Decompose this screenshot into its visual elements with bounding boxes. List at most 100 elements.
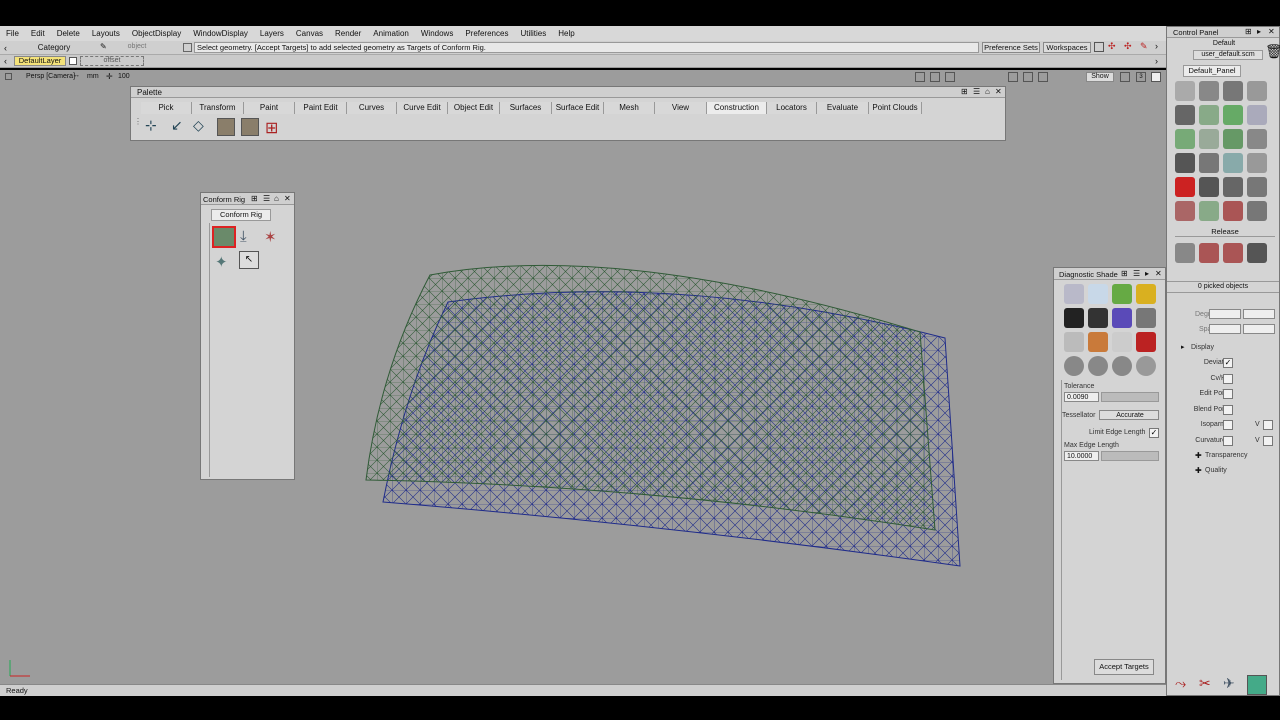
rotate-icon[interactable] <box>1247 105 1267 125</box>
tab-mesh[interactable]: Mesh <box>604 102 655 114</box>
shade-gold-icon[interactable] <box>1136 284 1156 304</box>
snap-grid-icon[interactable] <box>1175 81 1195 101</box>
shade-color-icon[interactable] <box>1112 284 1132 304</box>
trash-icon[interactable]: 🗑 <box>1265 43 1280 60</box>
diagnostic-close-icon[interactable]: ✕ <box>1155 269 1162 278</box>
rig-scale-icon[interactable]: ✶ <box>264 228 277 246</box>
degree-field[interactable] <box>1209 309 1241 319</box>
construction-plane-icon[interactable] <box>217 118 235 136</box>
mesh-surfaces[interactable] <box>0 70 1166 684</box>
grid-snap-icon[interactable]: ⊞ <box>265 118 278 138</box>
default-layer[interactable]: DefaultLayer <box>14 56 66 66</box>
tolerance-field[interactable]: 0.0090 <box>1064 392 1099 402</box>
spans-field-2[interactable] <box>1243 324 1275 334</box>
menu-windowdisplay[interactable]: WindowDisplay <box>193 29 248 38</box>
rebuild-icon[interactable] <box>1199 201 1219 221</box>
offset-icon[interactable] <box>1223 129 1243 149</box>
tab-construction[interactable]: Construction <box>707 102 767 114</box>
option-checkbox[interactable] <box>1223 373 1233 384</box>
tab-view[interactable]: View <box>655 102 707 114</box>
layer-visibility-checkbox[interactable] <box>69 57 77 65</box>
shade-copper-icon[interactable] <box>1088 332 1108 352</box>
plane-icon[interactable] <box>1199 81 1219 101</box>
trim-icon[interactable] <box>1247 129 1267 149</box>
menu-render[interactable]: Render <box>335 29 361 38</box>
snap-icon[interactable]: ✣ <box>1124 41 1132 52</box>
shade-multi-color-icon[interactable] <box>1064 284 1084 304</box>
tab-paint[interactable]: Paint <box>244 102 295 114</box>
tab-evaluate[interactable]: Evaluate <box>817 102 869 114</box>
scale-icon[interactable] <box>1223 201 1243 221</box>
option-checkbox[interactable] <box>1223 420 1233 430</box>
conform-rig-list-icon[interactable]: ☰ <box>263 194 270 203</box>
transparency-label[interactable]: Transparency <box>1205 452 1248 459</box>
tab-transform[interactable]: Transform <box>192 102 244 114</box>
option-checkbox[interactable]: ✓ <box>1223 358 1233 368</box>
back-arrow-icon[interactable]: ‹ <box>4 43 7 53</box>
menu-preferences[interactable]: Preferences <box>465 29 508 38</box>
shade-horizon-icon[interactable] <box>1064 332 1084 352</box>
rig-targets-icon[interactable]: ✦ <box>215 253 228 271</box>
tab-surface-edit[interactable]: Surface Edit <box>552 102 604 114</box>
blend-icon[interactable] <box>1175 105 1195 125</box>
diagnostic-titlebar[interactable]: Diagnostic Shade ⊞ ☰ ▸ ✕ <box>1054 268 1165 280</box>
conform-rig-create-icon[interactable] <box>212 226 236 248</box>
shade-sphere-2-icon[interactable] <box>1088 356 1108 376</box>
forward-arrow-icon[interactable]: › <box>1155 41 1158 51</box>
palette-float-icon[interactable]: ⊞ <box>961 87 968 96</box>
quality-label[interactable]: Quality <box>1205 467 1227 474</box>
curve-icon[interactable] <box>1199 105 1219 125</box>
conform-rig-titlebar[interactable]: Conform Rig ⊞ ☰ ⌂ ✕ <box>201 193 294 205</box>
plane-tool-icon[interactable]: ◇ <box>193 117 204 134</box>
tab-surfaces[interactable]: Surfaces <box>500 102 552 114</box>
shade-red-icon[interactable] <box>1136 332 1156 352</box>
sweep-icon[interactable] <box>1247 177 1267 197</box>
option-v-checkbox[interactable] <box>1263 435 1273 446</box>
offset-layer[interactable]: offset <box>80 56 144 66</box>
axis-tool-icon[interactable]: ⊹ <box>145 117 157 134</box>
rig-select-icon[interactable]: ↖ <box>239 251 259 269</box>
shelf-tool-4-icon[interactable] <box>1247 675 1267 695</box>
picked-objects[interactable]: 0 picked objects <box>1167 281 1279 293</box>
align-icon[interactable] <box>1199 129 1219 149</box>
chart-icon[interactable] <box>1199 177 1219 197</box>
origin-icon[interactable] <box>1175 177 1195 197</box>
tab-point-clouds[interactable]: Point Clouds <box>869 102 922 114</box>
preset-select[interactable]: Default <box>1193 40 1255 49</box>
option-checkbox[interactable] <box>1223 389 1233 399</box>
release-icon[interactable] <box>1199 243 1219 263</box>
construction-plane-2-icon[interactable] <box>241 118 259 136</box>
degree-field-2[interactable] <box>1243 309 1275 319</box>
menu-canvas[interactable]: Canvas <box>296 29 323 38</box>
conform-rig-collapse-icon[interactable]: ⌂ <box>274 194 279 203</box>
preference-sets-button[interactable]: Preference Sets <box>982 42 1040 53</box>
grid-icon[interactable] <box>1094 42 1104 52</box>
max-edge-field[interactable]: 10.0000 <box>1064 451 1099 461</box>
shade-isophote-icon[interactable] <box>1136 308 1156 328</box>
fillet-icon[interactable] <box>1175 129 1195 149</box>
tessellator-select[interactable]: Accurate <box>1099 410 1159 420</box>
menu-animation[interactable]: Animation <box>373 29 409 38</box>
conform-rig-close-icon[interactable]: ✕ <box>284 194 291 203</box>
pin-icon[interactable]: ✎ <box>1140 41 1148 52</box>
shade-black-icon[interactable] <box>1064 308 1084 328</box>
camera-icon[interactable] <box>1223 177 1243 197</box>
cp-expand-icon[interactable]: ▸ <box>1257 27 1261 36</box>
shelf-tool-2-icon[interactable]: ✂ <box>1199 675 1211 692</box>
cp-close-icon[interactable]: ✕ <box>1268 27 1275 36</box>
transparency-expand-icon[interactable]: ✚ <box>1195 451 1202 460</box>
shade-sphere-3-icon[interactable] <box>1112 356 1132 376</box>
menu-file[interactable]: File <box>6 29 19 38</box>
as-icon[interactable] <box>1175 243 1195 263</box>
magnet-icon[interactable]: ✣ <box>1108 41 1116 52</box>
menu-delete[interactable]: Delete <box>57 29 80 38</box>
rig-pivot-icon[interactable]: ⤓ <box>240 228 247 245</box>
paint-icon[interactable] <box>1247 153 1267 173</box>
option-checkbox[interactable] <box>1223 435 1233 446</box>
release-2-icon[interactable] <box>1223 243 1243 263</box>
conform-rig-float-icon[interactable]: ⊞ <box>251 194 258 203</box>
move-icon[interactable] <box>1223 105 1243 125</box>
palette-titlebar[interactable]: Palette ⊞ ☰ ⌂ ✕ <box>131 87 1005 98</box>
shelf-tool-icon[interactable]: ⤳ <box>1175 675 1186 692</box>
menu-layouts[interactable]: Layouts <box>92 29 120 38</box>
